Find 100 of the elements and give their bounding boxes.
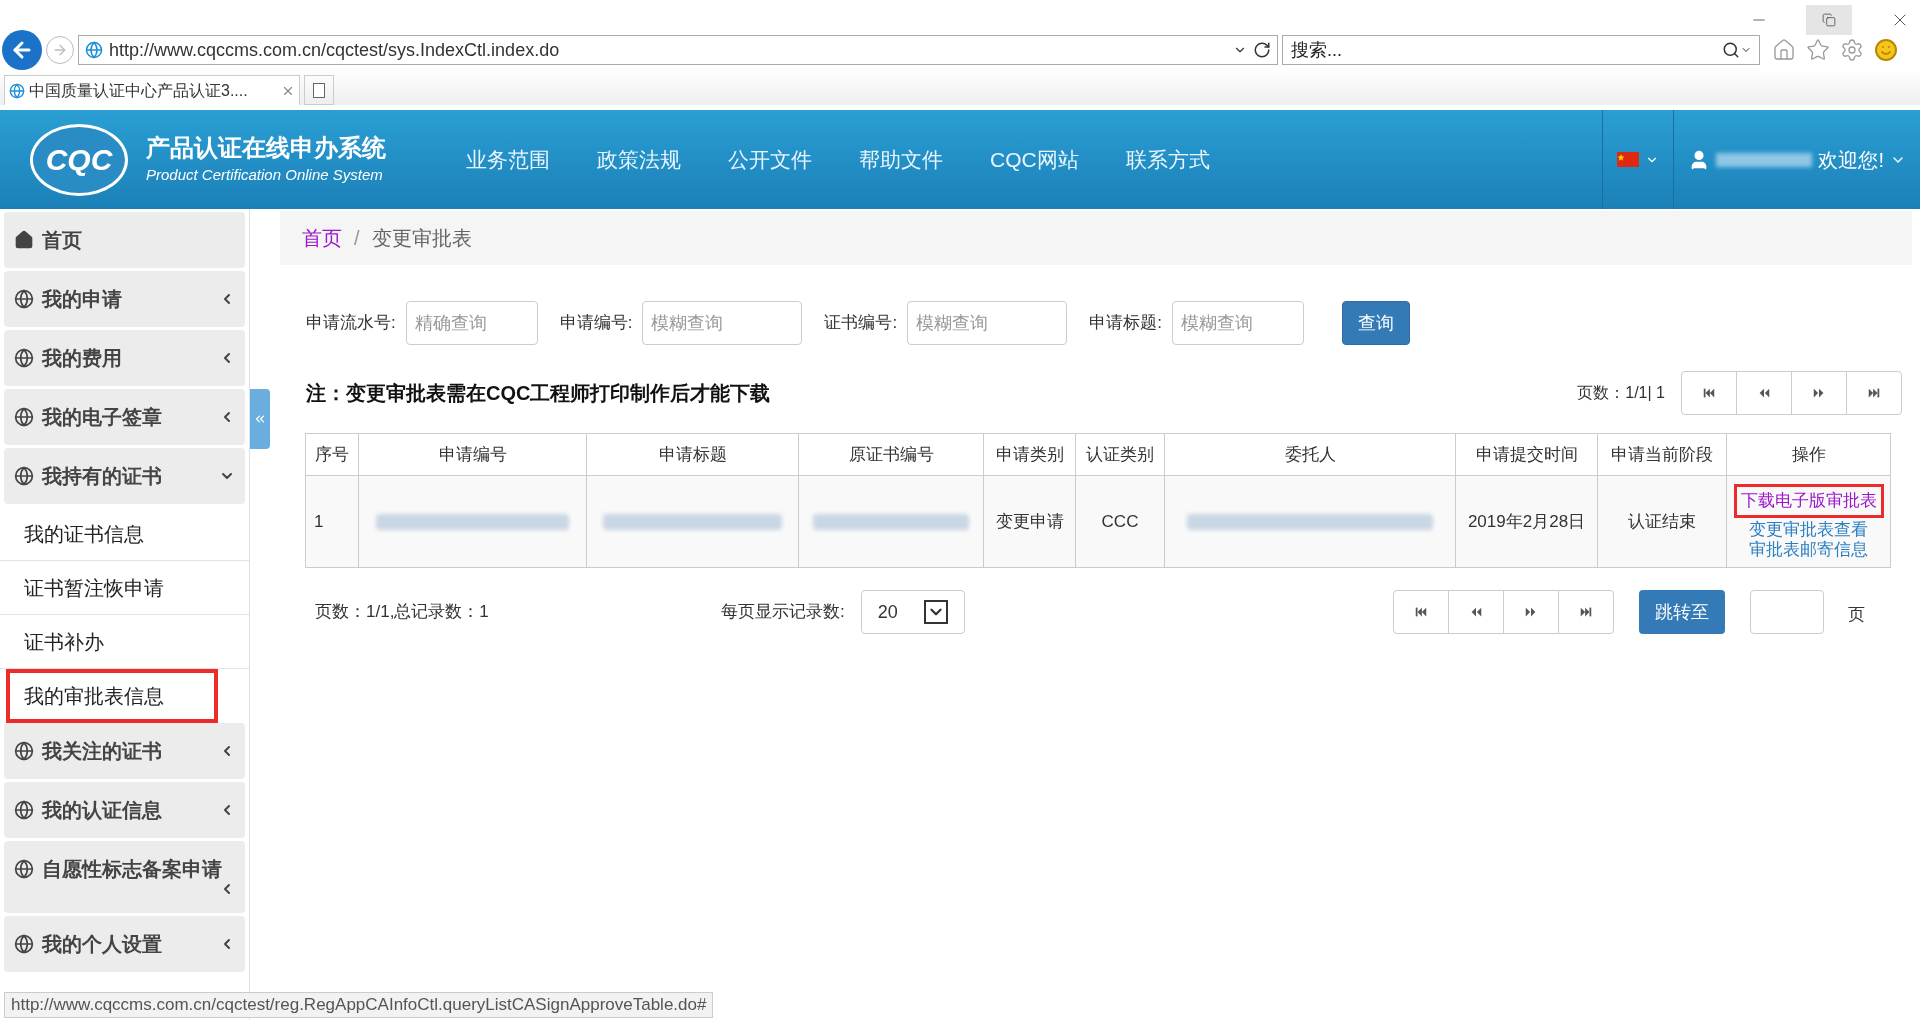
sidebar-item-label: 首页: [42, 228, 82, 252]
column-header: 序号: [305, 433, 359, 476]
favorites-icon[interactable]: [1806, 38, 1830, 62]
settings-icon[interactable]: [1840, 38, 1864, 62]
site-title: 产品认证在线申办系统: [146, 133, 386, 164]
address-url: http://www.cqccms.com.cn/cqctest/sys.IndexCtl.index.do: [109, 38, 561, 62]
china-flag-icon: [1617, 152, 1640, 167]
column-header: 申请提交时间: [1455, 433, 1598, 476]
table-cell-text: CCC: [1101, 511, 1139, 531]
table-link[interactable]: 审批表邮寄信息: [1749, 539, 1868, 560]
sidebar-item-label: 我的个人设置: [42, 932, 162, 956]
last-page-icon: [1867, 386, 1881, 400]
address-bar[interactable]: http://www.cqccms.com.cn/cqctest/sys.IndexCtl.index.do: [78, 35, 1278, 65]
page-suffix: 页: [1847, 604, 1865, 627]
first-page-icon: [1702, 386, 1716, 400]
new-tab-button[interactable]: [304, 75, 334, 105]
sidebar-item-label: 我的电子签章: [42, 405, 162, 429]
sidebar-subitem[interactable]: 我的证书信息: [0, 507, 249, 561]
pager-button[interactable]: [1846, 371, 1902, 415]
pager-button[interactable]: [1736, 371, 1792, 415]
filter-label: 申请流水号:: [306, 312, 396, 335]
globe-icon: [14, 289, 34, 309]
refresh-icon[interactable]: [1253, 41, 1271, 59]
pager-button[interactable]: [1681, 371, 1737, 415]
sidebar-item[interactable]: 我关注的证书: [4, 723, 245, 779]
jump-button[interactable]: 跳转至: [1638, 590, 1725, 634]
restore-button[interactable]: [1806, 5, 1852, 35]
sidebar-item-label: 自愿性标志备案申请: [42, 857, 222, 881]
breadcrumb-current: 变更审批表: [371, 226, 472, 251]
user-menu[interactable]: 欢迎您!: [1673, 110, 1920, 209]
record-count-text: 页数：1/1,总记录数：1: [315, 601, 490, 624]
globe-icon: [14, 348, 34, 368]
sidebar-item-label: 我关注的证书: [42, 739, 162, 763]
home-icon[interactable]: [1772, 38, 1796, 62]
filter-field[interactable]: 模糊查询: [642, 301, 803, 345]
sidebar-item[interactable]: 自愿性标志备案申请: [4, 841, 245, 913]
sidebar-item-label: 我的认证信息: [42, 798, 162, 822]
tab-title: 中国质量认证中心产品认证3....: [29, 80, 249, 101]
double-chevron-left-icon: [253, 412, 267, 426]
pager-button[interactable]: [1791, 371, 1847, 415]
column-header: 申请标题: [586, 433, 799, 476]
browser-search-field[interactable]: 搜索...: [1282, 35, 1760, 65]
note-text: 注：变更审批表需在CQC工程师打印制作后才能下载: [306, 381, 772, 406]
status-bar-url: http://www.cqccms.com.cn/cqctest/reg.RegAppCAInfoCtl.queryListCASignApproveTable.do#: [4, 992, 714, 1018]
pager-button[interactable]: [1502, 590, 1559, 634]
sidebar-subitem[interactable]: 证书暂注恢申请: [0, 561, 249, 615]
globe-icon: [14, 741, 34, 761]
browser-page-icon: [9, 82, 25, 99]
column-header: 申请当前阶段: [1597, 433, 1727, 476]
home-icon: [14, 230, 34, 250]
filter-field[interactable]: 模糊查询: [1171, 301, 1304, 345]
forward-arrow-icon: [52, 42, 68, 58]
column-header: 认证类别: [1075, 433, 1165, 476]
sidebar-item[interactable]: 我的费用: [4, 330, 245, 386]
filter-label: 申请标题:: [1089, 312, 1162, 335]
search-icon: [1722, 41, 1740, 59]
new-tab-icon: [313, 82, 325, 98]
sidebar-item[interactable]: 我的申请: [4, 271, 245, 327]
globe-icon: [14, 407, 34, 427]
sidebar-item-label: 我的费用: [42, 346, 122, 370]
column-header: 操作: [1726, 433, 1891, 476]
filter-field[interactable]: 模糊查询: [907, 301, 1068, 345]
filter-label: 申请编号:: [559, 312, 633, 335]
sidebar-subitem[interactable]: 我的审批表信息: [6, 669, 218, 723]
globe-icon: [14, 934, 34, 954]
sidebar-item-label: 我的申请: [42, 287, 122, 311]
smiley-icon[interactable]: [1874, 38, 1898, 62]
page-number-field[interactable]: [1749, 590, 1824, 634]
page-count-text: 页数：1/1| 1: [1577, 383, 1665, 403]
browser-page-icon: [85, 41, 103, 59]
browser-tab[interactable]: 中国质量认证中心产品认证3....: [4, 75, 300, 105]
back-button[interactable]: [2, 30, 42, 70]
filter-field[interactable]: 精确查询: [405, 301, 538, 345]
previous-page-icon: [1757, 386, 1771, 400]
table-link[interactable]: 变更审批表查看: [1749, 519, 1868, 540]
collapse-sidebar-button[interactable]: [250, 389, 270, 449]
table-cell-text: 2019年2月28日: [1467, 511, 1586, 531]
sidebar-item[interactable]: 我持有的证书: [4, 448, 245, 504]
table-link[interactable]: 下载电子版审批表: [1733, 483, 1884, 518]
sidebar-item[interactable]: 我的个人设置: [4, 916, 245, 972]
globe-icon: [14, 466, 34, 486]
breadcrumb-link[interactable]: 首页: [302, 223, 342, 253]
filter-label: 证书编号:: [824, 312, 898, 335]
column-header: 申请类别: [983, 433, 1076, 476]
pager-button[interactable]: [1447, 590, 1504, 634]
sidebar-item[interactable]: 我的电子签章: [4, 389, 245, 445]
pager-button[interactable]: [1392, 590, 1449, 634]
per-page-label: 每页显示记录数:: [721, 601, 845, 624]
per-page-select[interactable]: 20: [860, 590, 965, 634]
column-header: 原证书编号: [798, 433, 984, 476]
query-button[interactable]: 查询: [1341, 301, 1410, 345]
sidebar-item[interactable]: 首页: [4, 212, 245, 268]
sidebar-item-label: 我持有的证书: [42, 464, 162, 488]
pager-button[interactable]: [1557, 590, 1614, 634]
sidebar-item[interactable]: 我的认证信息: [4, 782, 245, 838]
restore-icon: [1822, 13, 1836, 27]
column-header: 申请编号: [358, 433, 587, 476]
globe-icon: [14, 859, 34, 879]
logo-text: CQC: [45, 142, 113, 178]
column-header: 委托人: [1164, 433, 1456, 476]
